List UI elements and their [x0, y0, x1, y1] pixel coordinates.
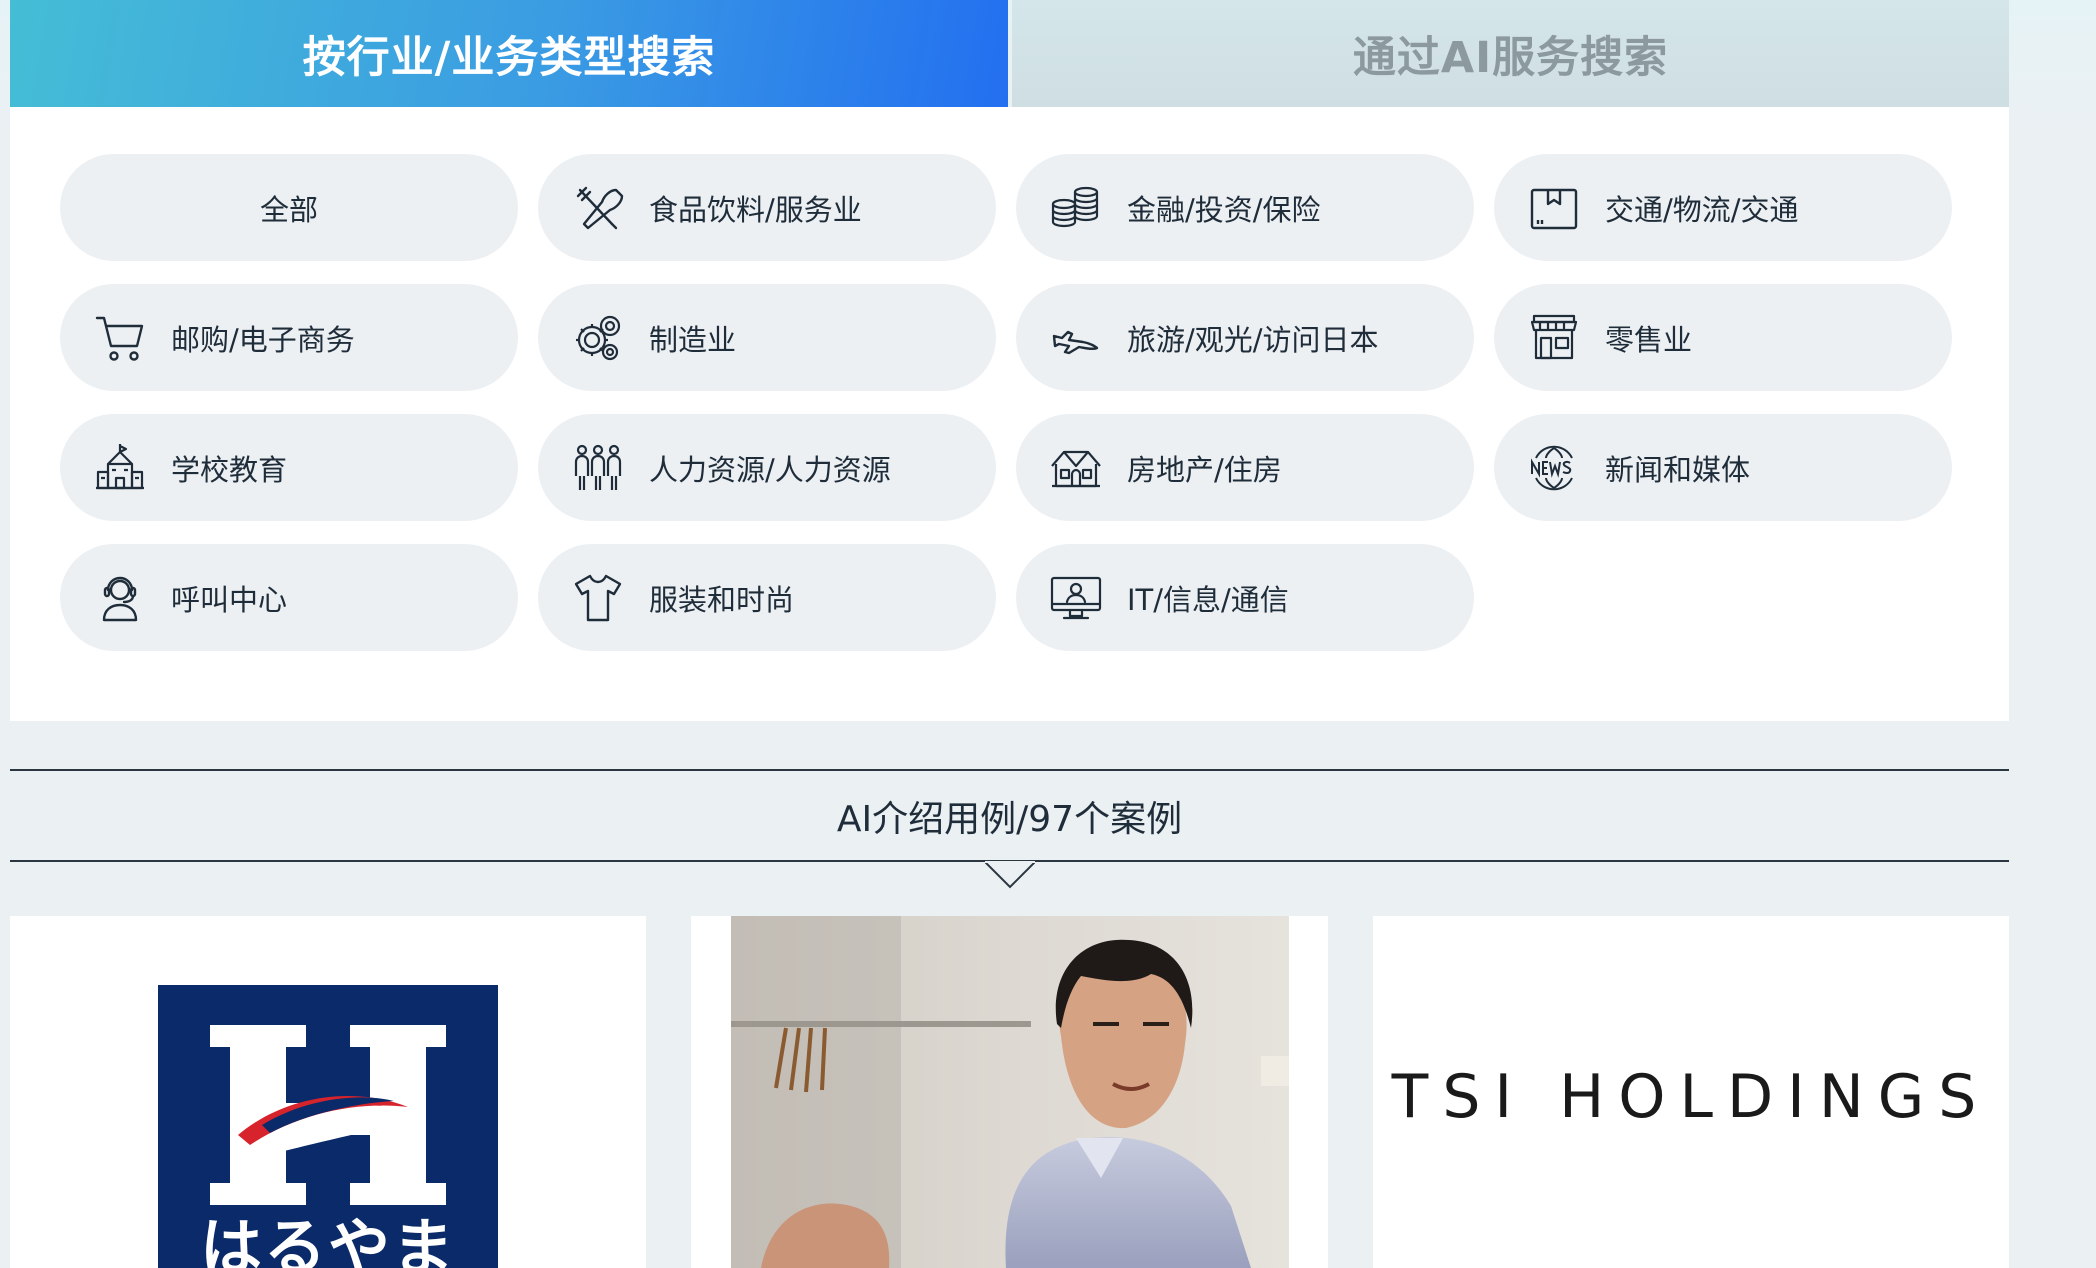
industry-label: 零售业	[1605, 322, 1693, 357]
news-globe-icon	[1527, 441, 1581, 495]
industry-label: 房地产/住房	[1127, 452, 1282, 487]
industry-finance[interactable]: 金融/投资/保险	[1016, 154, 1474, 261]
industry-call-center[interactable]: 呼叫中心	[60, 544, 518, 651]
section-notch	[985, 861, 1035, 889]
monitor-icon	[1049, 571, 1103, 625]
section-divider-top	[10, 769, 2009, 771]
industry-hr[interactable]: 人力资源/人力资源	[538, 414, 996, 521]
gears-icon	[571, 311, 625, 365]
industry-label: 食品饮料/服务业	[649, 192, 862, 227]
school-icon	[93, 441, 147, 495]
tab-search-by-ai-service[interactable]: 通过AI服务搜索	[1012, 0, 2009, 107]
industry-education[interactable]: 学校教育	[60, 414, 518, 521]
coin-stack-icon	[1049, 181, 1103, 235]
industry-news-media[interactable]: 新闻和媒体	[1494, 414, 1952, 521]
industry-manufacturing[interactable]: 制造业	[538, 284, 996, 391]
tab-label: 按行业/业务类型搜索	[302, 32, 716, 83]
industry-label: IT/信息/通信	[1127, 582, 1289, 617]
storefront-icon	[1527, 311, 1581, 365]
industry-ecommerce[interactable]: 邮购/电子商务	[60, 284, 518, 391]
industry-travel[interactable]: 旅游/观光/访问日本	[1016, 284, 1474, 391]
people-icon	[571, 441, 625, 495]
cart-icon	[93, 311, 147, 365]
tshirt-icon	[571, 571, 625, 625]
industry-panel: 全部 食品饮料/服务业 金融/投资/保险 交通/物流/交通 邮购/电子商务 制造…	[10, 107, 2009, 721]
industry-label: 全部	[259, 192, 318, 227]
industry-label: 金融/投资/保险	[1127, 192, 1321, 227]
house-icon	[1049, 441, 1103, 495]
industry-real-estate[interactable]: 房地产/住房	[1016, 414, 1474, 521]
industry-label: 新闻和媒体	[1605, 452, 1751, 487]
tsi-holdings-logo: TSI HOLDINGS	[1391, 1062, 1991, 1132]
industry-transport[interactable]: 交通/物流/交通	[1494, 154, 1952, 261]
industry-label: 邮购/电子商务	[171, 322, 355, 357]
cases-section-title: AI介绍用例/97个案例	[836, 799, 1183, 840]
industry-label: 交通/物流/交通	[1605, 192, 1799, 227]
tab-search-by-industry[interactable]: 按行业/业务类型搜索	[10, 0, 1008, 131]
case-card-interview[interactable]	[691, 916, 1328, 1268]
industry-food-service[interactable]: 食品饮料/服务业	[538, 154, 996, 261]
search-tabs: 按行业/业务类型搜索 通过AI服务搜索	[10, 0, 2009, 131]
interview-photo	[731, 916, 1289, 1268]
industry-it[interactable]: IT/信息/通信	[1016, 544, 1474, 651]
industry-fashion[interactable]: 服装和时尚	[538, 544, 996, 651]
tab-label: 通过AI服务搜索	[1352, 32, 1669, 83]
headset-icon	[93, 571, 147, 625]
industry-label: 呼叫中心	[171, 582, 288, 617]
industry-retail[interactable]: 零售业	[1494, 284, 1952, 391]
haruyama-logo-text: はるやま	[199, 1211, 456, 1268]
industry-all[interactable]: 全部	[60, 154, 518, 261]
industry-label: 制造业	[649, 322, 737, 357]
industry-label: 服装和时尚	[649, 582, 795, 617]
industry-label: 学校教育	[171, 452, 288, 487]
case-card-tsi-holdings[interactable]: TSI HOLDINGS	[1373, 916, 2009, 1268]
industry-label: 旅游/观光/访问日本	[1127, 322, 1379, 357]
box-icon	[1527, 181, 1581, 235]
haruyama-logo: はるやま	[158, 985, 498, 1268]
fork-knife-icon	[571, 181, 625, 235]
airplane-icon	[1049, 311, 1103, 365]
page: 按行业/业务类型搜索 通过AI服务搜索 全部 食品饮料/服务业 金融/投资/保险…	[0, 0, 2096, 1268]
case-card-haruyama[interactable]: はるやま	[10, 916, 646, 1268]
industry-label: 人力资源/人力资源	[649, 452, 891, 487]
